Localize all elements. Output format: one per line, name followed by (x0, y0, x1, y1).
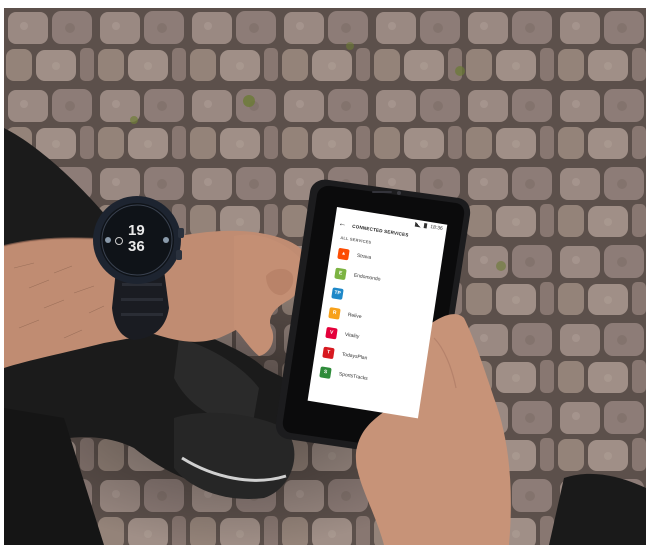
service-label: Endomondo (353, 272, 381, 283)
battery-icon (424, 223, 428, 229)
service-label: Strava (356, 252, 372, 261)
watch-icon-left (115, 237, 123, 245)
endomondo-icon: E (334, 267, 347, 280)
relive-icon: R (328, 306, 341, 320)
service-label: SportsTracks (338, 371, 369, 382)
trainingpeaks-icon: TP (331, 286, 344, 300)
service-label: TodaysPlan (341, 351, 368, 362)
back-arrow-icon[interactable]: ← (338, 219, 347, 229)
service-label: Vitality (344, 331, 360, 341)
todaysplan-icon: T (322, 346, 335, 359)
vitality-icon: V (325, 326, 338, 339)
service-label: Relive (347, 312, 362, 321)
service-list: ▲ Strava E Endomondo TP R Relive V Vitality T Toda… (311, 242, 442, 398)
watch-hours: 19 (128, 222, 145, 239)
watch-minutes: 36 (128, 238, 145, 255)
photo-scene: 19 36 18:36 ← CONNECTED SERVICES ALL SER… (4, 8, 646, 545)
scene-illustration (4, 8, 646, 545)
sportstracks-icon: S (319, 365, 332, 379)
strava-icon: ▲ (337, 247, 350, 260)
status-time: 18:36 (429, 223, 444, 232)
signal-icon (415, 221, 422, 228)
